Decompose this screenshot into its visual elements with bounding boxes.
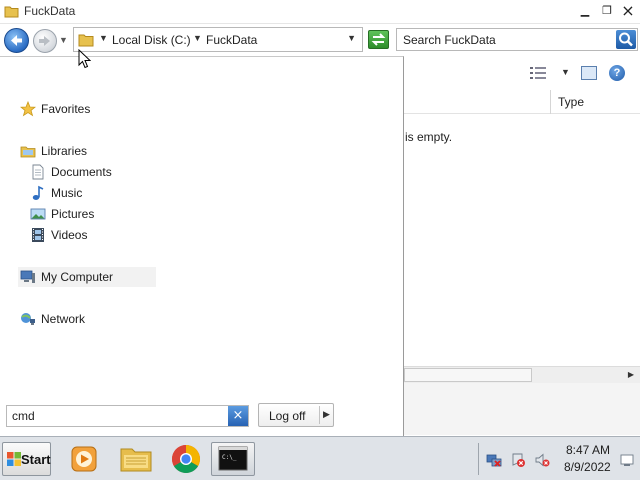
picture-icon xyxy=(30,208,46,220)
nav-item-my-computer[interactable]: My Computer xyxy=(18,267,156,287)
chrome-icon xyxy=(172,445,200,473)
command-prompt-icon: C:\_ xyxy=(218,446,248,471)
column-header-type[interactable]: Type xyxy=(558,95,584,109)
restore-button[interactable]: ❐ xyxy=(598,3,616,19)
nav-item-music[interactable]: Music xyxy=(30,183,150,203)
logoff-button[interactable]: Log off ▶ xyxy=(258,403,334,427)
taskbar-explorer[interactable] xyxy=(114,442,158,476)
clear-search-button[interactable]: × xyxy=(228,406,248,426)
scroll-right-arrow[interactable]: ▶ xyxy=(624,368,638,382)
window-titlebar: FuckData ▁ ❐ × xyxy=(0,0,640,24)
command-toolbar: ▼ ? xyxy=(404,58,640,90)
search-box[interactable] xyxy=(396,28,638,51)
close-button[interactable]: × xyxy=(619,3,637,19)
nav-item-pictures[interactable]: Pictures xyxy=(30,204,150,224)
libraries-icon xyxy=(20,146,36,158)
preview-pane-icon[interactable] xyxy=(581,66,597,80)
star-icon xyxy=(20,101,36,117)
action-center-icon[interactable] xyxy=(510,452,526,468)
network-icon xyxy=(21,313,35,325)
nav-item-network[interactable]: Network xyxy=(20,309,150,329)
nav-item-documents[interactable]: Documents xyxy=(30,162,150,182)
start-button[interactable]: Start xyxy=(2,442,51,476)
empty-folder-message: is empty. xyxy=(405,130,453,144)
document-icon xyxy=(32,164,44,180)
view-options-dropdown[interactable]: ▼ xyxy=(561,67,570,77)
taskbar-command-prompt[interactable]: C:\_ xyxy=(211,442,255,476)
search-input[interactable] xyxy=(397,29,617,50)
my-computer-label: My Computer xyxy=(41,270,114,284)
network-status-icon[interactable] xyxy=(486,452,502,468)
logoff-divider xyxy=(319,406,320,424)
windows-logo-icon xyxy=(7,452,21,466)
volume-muted-icon[interactable] xyxy=(534,452,550,468)
clock-date[interactable]: 8/9/2022 xyxy=(564,460,611,474)
scrollbar-thumb[interactable] xyxy=(404,368,532,382)
folder-icon xyxy=(120,448,152,472)
column-header-row: Type xyxy=(404,90,640,114)
horizontal-scrollbar[interactable]: ▶ xyxy=(404,366,640,383)
start-label: Start xyxy=(21,452,51,467)
clock-time[interactable]: 8:47 AM xyxy=(566,443,610,457)
forward-button[interactable] xyxy=(33,29,57,53)
logoff-label: Log off xyxy=(269,409,306,423)
address-bar[interactable]: ▼ Local Disk (C:) ▼ FuckData ▼ xyxy=(73,27,363,52)
libraries-label: Libraries xyxy=(41,144,88,158)
nav-item-libraries[interactable]: Libraries xyxy=(20,141,150,161)
folder-icon xyxy=(4,6,19,18)
pictures-label: Pictures xyxy=(51,207,95,221)
refresh-button[interactable] xyxy=(368,30,389,49)
help-icon[interactable]: ? xyxy=(609,65,625,81)
media-player-icon xyxy=(71,446,97,472)
recent-pages-dropdown[interactable]: ▼ xyxy=(59,35,68,45)
view-list-icon[interactable] xyxy=(530,67,546,79)
taskbar-chrome[interactable] xyxy=(164,442,208,476)
computer-icon xyxy=(20,270,35,283)
tray-divider xyxy=(478,443,479,475)
back-arrow-icon xyxy=(11,35,22,46)
shutdown-options-arrow[interactable]: ▶ xyxy=(323,409,330,420)
address-dropdown[interactable]: ▼ xyxy=(347,33,356,43)
start-search-box[interactable]: × xyxy=(6,405,249,427)
refresh-icon xyxy=(371,33,386,46)
folder-icon xyxy=(78,34,94,47)
search-button[interactable] xyxy=(616,30,636,49)
breadcrumb-local-disk[interactable]: Local Disk (C:) xyxy=(112,33,191,47)
network-label: Network xyxy=(41,312,86,326)
taskbar: Start C:\_ 8:47 AM 8/9/2022 xyxy=(0,436,640,480)
svg-text:C:\_: C:\_ xyxy=(222,454,237,461)
favorites-label: Favorites xyxy=(41,102,91,116)
chevron-down-icon[interactable]: ▼ xyxy=(99,33,108,43)
mouse-cursor-icon xyxy=(78,49,91,69)
start-search-input[interactable] xyxy=(7,406,229,426)
minimize-button[interactable]: ▁ xyxy=(576,3,594,19)
search-icon xyxy=(619,32,633,47)
music-label: Music xyxy=(51,186,83,200)
column-divider[interactable] xyxy=(550,90,551,114)
breadcrumb-current-folder[interactable]: FuckData xyxy=(206,33,257,47)
start-menu: Favorites Libraries Documents Music Pict… xyxy=(0,56,404,436)
forward-arrow-icon xyxy=(39,36,50,46)
documents-label: Documents xyxy=(51,165,112,179)
nav-item-videos[interactable]: Videos xyxy=(30,225,150,245)
show-desktop-icon[interactable] xyxy=(620,453,634,467)
window-title: FuckData xyxy=(24,4,76,18)
videos-label: Videos xyxy=(51,228,88,242)
taskbar-media-player[interactable] xyxy=(62,442,106,476)
details-pane xyxy=(404,383,640,435)
chevron-down-icon[interactable]: ▼ xyxy=(193,33,202,43)
back-button[interactable] xyxy=(4,28,29,53)
nav-item-favorites[interactable]: Favorites xyxy=(20,99,150,119)
music-note-icon xyxy=(32,185,44,200)
film-icon xyxy=(32,228,44,242)
navigation-bar: ▼ ▼ Local Disk (C:) ▼ FuckData ▼ xyxy=(0,24,640,56)
